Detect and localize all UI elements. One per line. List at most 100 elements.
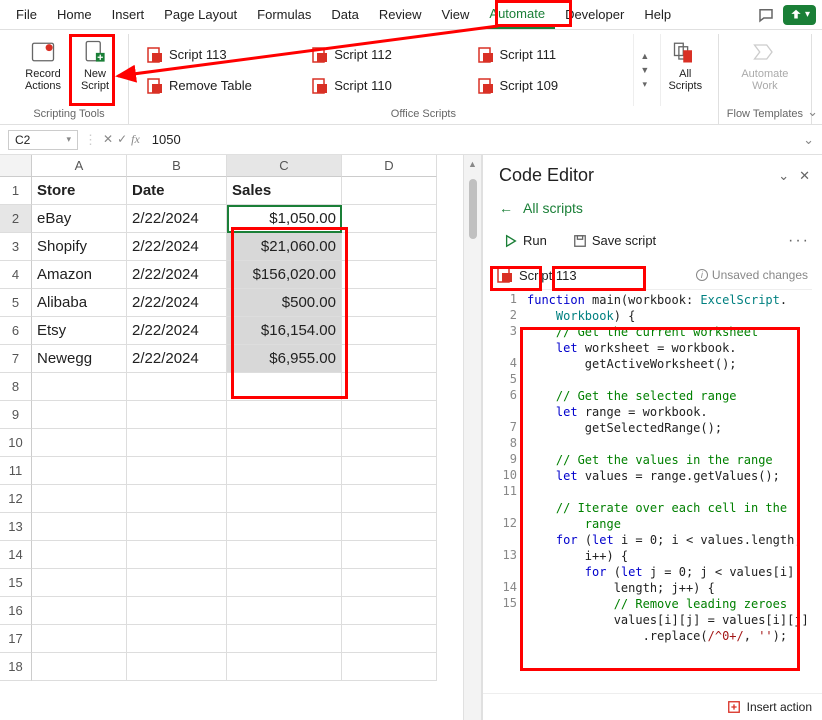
cell-empty[interactable] — [342, 401, 437, 429]
more-actions-icon[interactable]: ··· — [788, 232, 810, 250]
cell-empty[interactable] — [32, 653, 127, 681]
cell-empty[interactable] — [32, 373, 127, 401]
cell-empty[interactable] — [127, 597, 227, 625]
cell-c6[interactable]: $16,154.00 — [227, 317, 342, 345]
row-header-15[interactable]: 15 — [0, 569, 32, 597]
formula-expand-icon[interactable]: ⌄ — [803, 132, 814, 148]
cell-empty[interactable] — [227, 485, 342, 513]
cell-empty[interactable] — [127, 429, 227, 457]
cancel-formula-icon[interactable]: ✕ — [103, 132, 113, 147]
share-button[interactable]: ▾ — [783, 5, 816, 25]
row-header-2[interactable]: 2 — [0, 205, 32, 233]
gallery-more-icon[interactable]: ▾ — [638, 77, 652, 91]
menu-view[interactable]: View — [431, 1, 479, 28]
menu-developer[interactable]: Developer — [555, 1, 634, 28]
cell-empty[interactable] — [227, 401, 342, 429]
cell-empty[interactable] — [227, 513, 342, 541]
cell-empty[interactable] — [227, 373, 342, 401]
cell-empty[interactable] — [342, 513, 437, 541]
cell-header-b[interactable]: Date — [127, 177, 227, 205]
formula-input[interactable]: 1050 — [146, 130, 797, 149]
row-header-11[interactable]: 11 — [0, 457, 32, 485]
row-header-14[interactable]: 14 — [0, 541, 32, 569]
save-script-button[interactable]: Save script — [564, 228, 665, 253]
cell-empty[interactable] — [227, 457, 342, 485]
row-header-17[interactable]: 17 — [0, 625, 32, 653]
record-actions-button[interactable]: Record Actions — [18, 34, 68, 106]
cell-b2[interactable]: 2/22/2024 — [127, 205, 227, 233]
cell-a7[interactable]: Newegg — [32, 345, 127, 373]
cell-a4[interactable]: Amazon — [32, 261, 127, 289]
cell-empty[interactable] — [32, 625, 127, 653]
select-all-corner[interactable] — [0, 155, 32, 177]
menu-data[interactable]: Data — [321, 1, 368, 28]
cell-empty[interactable] — [342, 625, 437, 653]
cell-empty[interactable] — [127, 625, 227, 653]
code-editor[interactable]: 123456789101112131415 function main(work… — [493, 289, 812, 693]
cell-b4[interactable]: 2/22/2024 — [127, 261, 227, 289]
cell-empty[interactable] — [32, 457, 127, 485]
ribbon-collapse-icon[interactable]: ⌄ — [807, 104, 818, 120]
menu-file[interactable]: File — [6, 1, 47, 28]
insert-action-button[interactable]: Insert action — [747, 700, 812, 714]
menu-formulas[interactable]: Formulas — [247, 1, 321, 28]
row-header-6[interactable]: 6 — [0, 317, 32, 345]
cell-empty[interactable] — [127, 569, 227, 597]
cell-empty[interactable] — [342, 597, 437, 625]
cell-empty[interactable] — [32, 597, 127, 625]
cell-empty[interactable] — [127, 373, 227, 401]
cell-empty[interactable] — [227, 541, 342, 569]
run-button[interactable]: Run — [495, 228, 556, 253]
col-header-b[interactable]: B — [127, 155, 227, 177]
cell-empty[interactable] — [342, 569, 437, 597]
cell-empty[interactable] — [227, 429, 342, 457]
row-header-13[interactable]: 13 — [0, 513, 32, 541]
row-header-1[interactable]: 1 — [0, 177, 32, 205]
col-header-d[interactable]: D — [342, 155, 437, 177]
cell-c5[interactable]: $500.00 — [227, 289, 342, 317]
cell-empty[interactable] — [32, 485, 127, 513]
cell-empty[interactable] — [342, 653, 437, 681]
cell-empty[interactable] — [342, 457, 437, 485]
cell-a5[interactable]: Alibaba — [32, 289, 127, 317]
cell-b3[interactable]: 2/22/2024 — [127, 233, 227, 261]
cell-b6[interactable]: 2/22/2024 — [127, 317, 227, 345]
gallery-script-113[interactable]: Script 113 — [147, 40, 292, 69]
cell-empty[interactable] — [227, 569, 342, 597]
cell-empty[interactable] — [342, 541, 437, 569]
cell-c2[interactable]: $1,050.00 — [227, 205, 342, 233]
row-header-12[interactable]: 12 — [0, 485, 32, 513]
cell-d6[interactable] — [342, 317, 437, 345]
cell-empty[interactable] — [227, 597, 342, 625]
menu-review[interactable]: Review — [369, 1, 432, 28]
cell-b5[interactable]: 2/22/2024 — [127, 289, 227, 317]
menu-page-layout[interactable]: Page Layout — [154, 1, 247, 28]
cell-empty[interactable] — [32, 429, 127, 457]
cell-c3[interactable]: $21,060.00 — [227, 233, 342, 261]
new-script-button[interactable]: New Script — [70, 34, 120, 106]
cell-empty[interactable] — [227, 653, 342, 681]
cell-empty[interactable] — [32, 513, 127, 541]
cell-c7[interactable]: $6,955.00 — [227, 345, 342, 373]
row-header-9[interactable]: 9 — [0, 401, 32, 429]
cell-a2[interactable]: eBay — [32, 205, 127, 233]
gallery-script-111[interactable]: Script 111 — [478, 40, 623, 69]
cell-b7[interactable]: 2/22/2024 — [127, 345, 227, 373]
cell-empty[interactable] — [127, 513, 227, 541]
row-header-7[interactable]: 7 — [0, 345, 32, 373]
cell-empty[interactable] — [127, 653, 227, 681]
accept-formula-icon[interactable]: ✓ — [117, 132, 127, 147]
col-header-c[interactable]: C — [227, 155, 342, 177]
all-scripts-button[interactable]: All Scripts — [660, 34, 710, 106]
cell-d7[interactable] — [342, 345, 437, 373]
cell-empty[interactable] — [342, 429, 437, 457]
cell-header-d[interactable] — [342, 177, 437, 205]
menu-help[interactable]: Help — [634, 1, 681, 28]
cell-d3[interactable] — [342, 233, 437, 261]
cell-empty[interactable] — [342, 373, 437, 401]
cell-d2[interactable] — [342, 205, 437, 233]
panel-chevron-icon[interactable]: ⌄ — [778, 168, 789, 184]
menu-insert[interactable]: Insert — [102, 1, 155, 28]
cell-header-a[interactable]: Store — [32, 177, 127, 205]
comments-icon[interactable] — [755, 4, 777, 26]
